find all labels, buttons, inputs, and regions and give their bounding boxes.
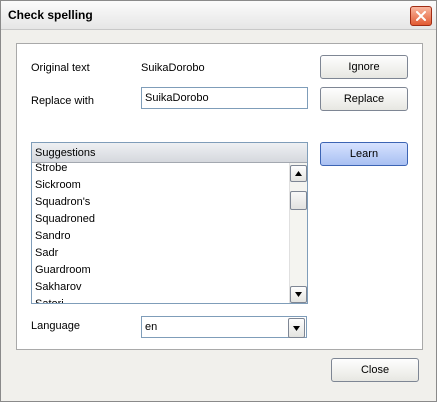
ignore-button[interactable]: Ignore (320, 55, 408, 79)
language-select[interactable]: en (141, 316, 307, 338)
suggestion-item[interactable]: Satori (32, 296, 290, 303)
language-label: Language (31, 320, 80, 332)
close-icon (416, 11, 426, 21)
close-button[interactable]: Close (331, 358, 419, 382)
language-value: en (145, 321, 158, 333)
suggestion-item[interactable]: Sakharov (32, 279, 290, 296)
title-bar: Check spelling (1, 1, 436, 30)
replace-button[interactable]: Replace (320, 87, 408, 111)
suggestions-scrollbar[interactable] (289, 163, 307, 303)
original-text-value: SuikaDorobo (141, 62, 205, 74)
suggestion-item[interactable]: Squadroned (32, 211, 290, 228)
suggestions-header: Suggestions (32, 143, 307, 163)
suggestion-item[interactable]: Sadr (32, 245, 290, 262)
original-text-label: Original text (31, 62, 90, 74)
language-dropdown-button[interactable] (288, 318, 305, 338)
suggestions-items: Strobe Sickroom Squadron's Squadroned Sandro… (32, 160, 290, 303)
scroll-up-button[interactable] (290, 165, 307, 182)
suggestions-list[interactable]: Strobe Sickroom Squadron's Squadroned Sandro… (31, 142, 308, 304)
scroll-down-button[interactable] (290, 286, 307, 303)
learn-button[interactable]: Learn (320, 142, 408, 166)
suggestion-item[interactable]: Sandro (32, 228, 290, 245)
replace-with-label: Replace with (31, 95, 94, 107)
replace-with-input[interactable]: SuikaDorobo (141, 87, 308, 109)
window-title: Check spelling (8, 8, 93, 22)
scroll-thumb[interactable] (290, 191, 307, 210)
suggestion-item[interactable]: Sickroom (32, 177, 290, 194)
suggestion-item[interactable]: Squadron's (32, 194, 290, 211)
check-spelling-dialog: Check spelling Original text SuikaDorobo… (0, 0, 437, 402)
arrow-down-icon (295, 292, 302, 297)
replace-button-label: Replace (343, 93, 385, 105)
close-button-label: Close (360, 364, 390, 376)
ignore-button-label: Ignore (348, 61, 380, 73)
chevron-down-icon (293, 325, 300, 331)
window-close-button[interactable] (410, 6, 432, 26)
arrow-up-icon (295, 171, 302, 176)
learn-button-label: Learn (349, 148, 379, 160)
suggestion-item[interactable]: Guardroom (32, 262, 290, 279)
